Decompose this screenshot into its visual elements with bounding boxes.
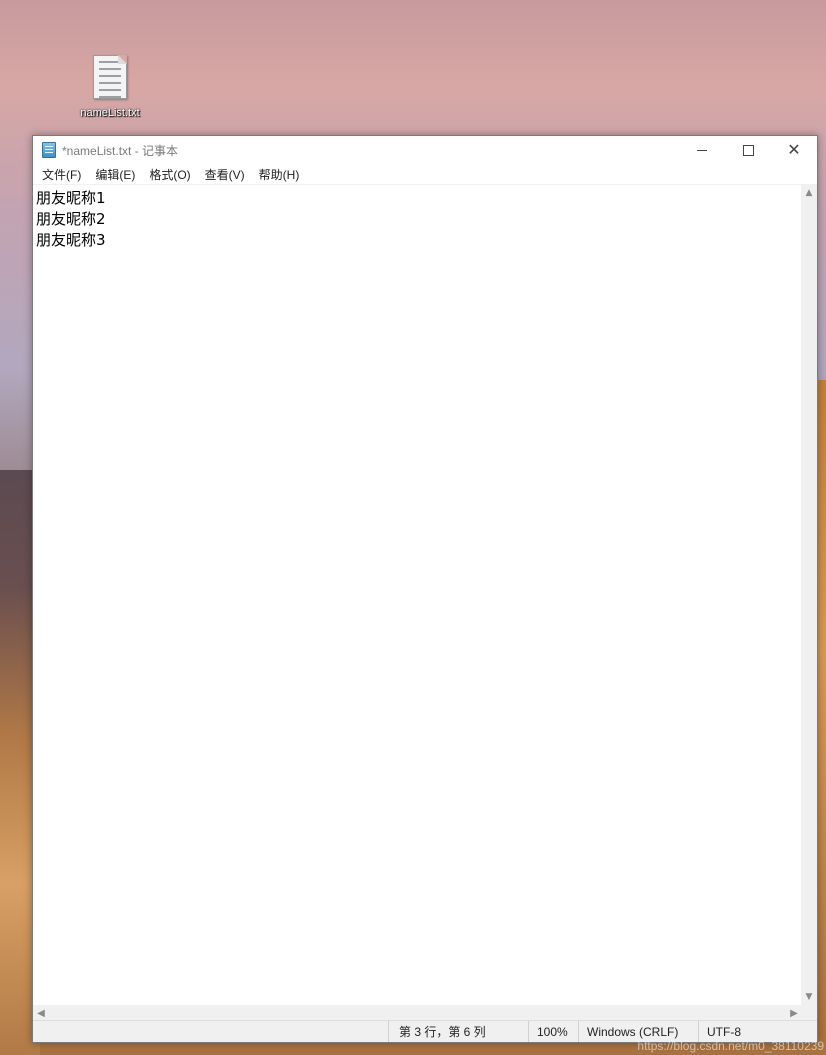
- menu-format[interactable]: 格式(O): [142, 166, 197, 183]
- scroll-down-icon[interactable]: ▼: [801, 989, 817, 1005]
- menu-help[interactable]: 帮助(H): [252, 166, 307, 183]
- close-icon: ✕: [787, 140, 801, 159]
- text-editor-area[interactable]: 朋友昵称1 朋友昵称2 朋友昵称3: [33, 185, 802, 1005]
- editor-line: 朋友昵称2: [36, 210, 106, 228]
- menu-edit[interactable]: 编辑(E): [88, 166, 142, 183]
- desktop-file-icon[interactable]: nameList.txt: [70, 55, 150, 125]
- notepad-window: *nameList.txt - 记事本 ✕ 文件(F) 编辑(E) 格式(O) …: [32, 135, 818, 1043]
- maximize-button[interactable]: [725, 136, 771, 164]
- minimize-icon: [697, 149, 707, 151]
- notepad-app-icon: [42, 142, 56, 158]
- menu-view[interactable]: 查看(V): [198, 166, 252, 183]
- editor-line: 朋友昵称3: [36, 231, 106, 249]
- scroll-right-icon[interactable]: ▶: [786, 1005, 802, 1021]
- scroll-left-icon[interactable]: ◀: [33, 1005, 49, 1021]
- horizontal-scrollbar[interactable]: ◀ ▶: [33, 1005, 802, 1021]
- scroll-up-icon[interactable]: ▲: [801, 185, 817, 201]
- scrollbar-corner: [801, 1005, 817, 1021]
- close-button[interactable]: ✕: [771, 136, 817, 164]
- vertical-scrollbar[interactable]: ▲ ▼: [801, 185, 817, 1005]
- editor-line: 朋友昵称1: [36, 189, 106, 207]
- window-controls: ✕: [679, 136, 817, 164]
- menu-bar: 文件(F) 编辑(E) 格式(O) 查看(V) 帮助(H): [33, 164, 817, 185]
- status-cursor-position: 第 3 行，第 6 列: [388, 1021, 528, 1042]
- minimize-button[interactable]: [679, 136, 725, 164]
- text-file-icon: [93, 55, 127, 99]
- status-zoom: 100%: [528, 1021, 578, 1042]
- maximize-icon: [742, 144, 754, 156]
- title-bar[interactable]: *nameList.txt - 记事本 ✕: [33, 136, 817, 164]
- window-title: *nameList.txt - 记事本: [62, 143, 179, 158]
- menu-file[interactable]: 文件(F): [35, 166, 88, 183]
- watermark-text: https://blog.csdn.net/m0_38110239: [637, 1039, 824, 1053]
- desktop-file-label: nameList.txt: [80, 107, 140, 119]
